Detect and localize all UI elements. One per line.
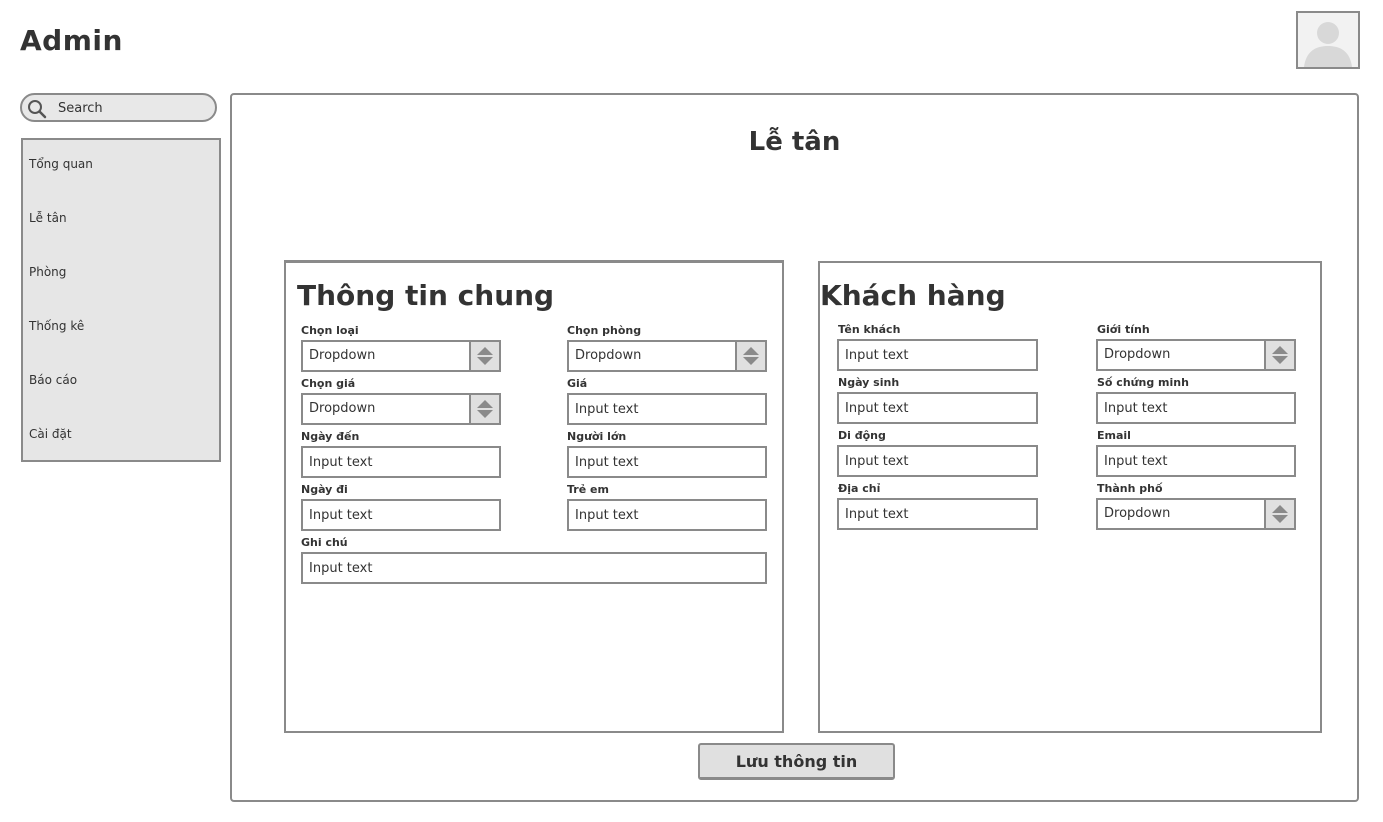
updown-arrows-icon[interactable]: [1264, 500, 1294, 528]
room-select-value: Dropdown: [575, 348, 642, 363]
address-label: Địa chỉ: [838, 482, 881, 495]
updown-arrows-icon[interactable]: [735, 342, 765, 370]
city-value: Dropdown: [1104, 506, 1171, 521]
search-box[interactable]: [20, 93, 217, 122]
updown-arrows-icon[interactable]: [469, 395, 499, 423]
page-title: Lễ tân: [748, 127, 841, 157]
city-dropdown[interactable]: Dropdown: [1096, 498, 1296, 530]
room-type-value: Dropdown: [309, 348, 376, 363]
app-title: Admin: [20, 24, 123, 57]
gender-value: Dropdown: [1104, 347, 1171, 362]
sidebar-item-statistics[interactable]: Thống kê: [29, 319, 84, 333]
arrival-date-input[interactable]: [301, 446, 501, 478]
save-button[interactable]: Lưu thông tin: [698, 743, 895, 780]
sidebar-item-overview[interactable]: Tổng quan: [29, 157, 93, 171]
customer-panel: Khách hàng Tên khách Giới tính Dropdown …: [818, 261, 1322, 733]
birthday-label: Ngày sinh: [838, 376, 900, 389]
room-type-dropdown[interactable]: Dropdown: [301, 340, 501, 372]
adults-label: Người lớn: [567, 430, 627, 443]
note-label: Ghi chú: [301, 536, 348, 549]
search-input[interactable]: [58, 99, 208, 117]
rate-select-value: Dropdown: [309, 401, 376, 416]
sidebar-item-reception[interactable]: Lễ tân: [29, 211, 67, 225]
email-input[interactable]: [1096, 445, 1296, 477]
user-avatar[interactable]: [1296, 11, 1360, 69]
general-info-title: Thông tin chung: [297, 279, 555, 312]
sidebar-item-settings[interactable]: Cài đặt: [29, 427, 72, 441]
customer-name-label: Tên khách: [838, 323, 901, 336]
customer-name-input[interactable]: [837, 339, 1038, 371]
adults-input[interactable]: [567, 446, 767, 478]
search-icon: [27, 99, 47, 123]
mobile-input[interactable]: [837, 445, 1038, 477]
children-input[interactable]: [567, 499, 767, 531]
customer-title: Khách hàng: [820, 279, 1006, 312]
room-select-dropdown[interactable]: Dropdown: [567, 340, 767, 372]
sidebar-item-reports[interactable]: Báo cáo: [29, 373, 77, 387]
main-content: Lễ tân Thông tin chung Chọn loại Dropdow…: [230, 93, 1359, 802]
birthday-input[interactable]: [837, 392, 1038, 424]
sidebar: Tổng quan Lễ tân Phòng Thống kê Báo cáo …: [21, 138, 221, 462]
updown-arrows-icon[interactable]: [469, 342, 499, 370]
id-number-label: Số chứng minh: [1097, 376, 1189, 389]
user-avatar-icon: [1304, 22, 1352, 67]
room-select-label: Chọn phòng: [567, 324, 642, 337]
departure-date-label: Ngày đi: [301, 483, 348, 496]
price-label: Giá: [567, 377, 588, 390]
gender-label: Giới tính: [1097, 323, 1150, 336]
gender-dropdown[interactable]: Dropdown: [1096, 339, 1296, 371]
note-input[interactable]: [301, 552, 767, 584]
updown-arrows-icon[interactable]: [1264, 341, 1294, 369]
children-label: Trẻ em: [567, 483, 609, 496]
address-input[interactable]: [837, 498, 1038, 530]
general-info-panel: Thông tin chung Chọn loại Dropdown Chọn …: [284, 260, 784, 733]
sidebar-item-rooms[interactable]: Phòng: [29, 265, 66, 279]
rate-select-dropdown[interactable]: Dropdown: [301, 393, 501, 425]
price-input[interactable]: [567, 393, 767, 425]
email-label: Email: [1097, 429, 1131, 442]
room-type-label: Chọn loại: [301, 324, 359, 337]
mobile-label: Di động: [838, 429, 886, 442]
city-label: Thành phố: [1097, 482, 1163, 495]
arrival-date-label: Ngày đến: [301, 430, 360, 443]
departure-date-input[interactable]: [301, 499, 501, 531]
id-number-input[interactable]: [1096, 392, 1296, 424]
rate-select-label: Chọn giá: [301, 377, 356, 390]
